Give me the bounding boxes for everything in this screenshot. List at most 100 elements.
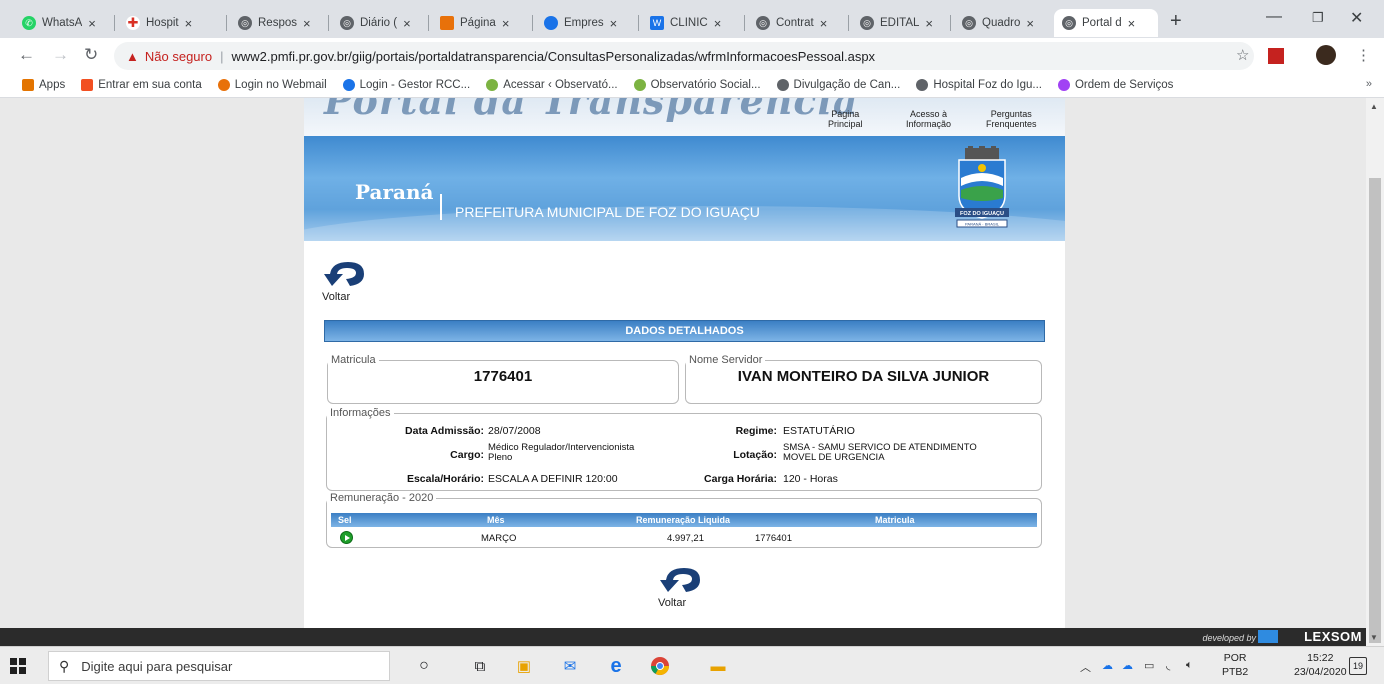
bookmark-label: Observatório Social... <box>650 78 761 91</box>
voltar-button-top[interactable]: Voltar <box>322 260 372 308</box>
bookmark-item[interactable]: Login - Gestor RCC... <box>342 78 471 91</box>
page-scrollbar[interactable]: ▲ ▼ <box>1366 98 1384 646</box>
bookmark-label: Apps <box>39 78 66 91</box>
store-icon[interactable]: ▣ <box>514 656 534 676</box>
link-pagina-principal[interactable]: Página Principal <box>828 109 863 129</box>
regime-label: Regime: <box>735 425 777 437</box>
carga-label: Carga Horária: <box>704 473 777 485</box>
mail-icon[interactable]: ✉ <box>560 656 580 676</box>
menu-kebab-icon[interactable]: ⋮ <box>1356 46 1371 64</box>
avatar[interactable] <box>1316 45 1336 65</box>
link-acesso-informacao[interactable]: Acesso à Informação <box>906 109 951 129</box>
bookmark-item[interactable]: Hospital Foz do Igu... <box>916 78 1042 91</box>
scroll-thumb[interactable] <box>1369 178 1381 643</box>
lotacao-label: Lotação: <box>733 449 777 461</box>
carga-value: 120 - Horas <box>783 473 838 485</box>
notification-center-icon[interactable]: 19 <box>1349 657 1367 675</box>
close-tab-icon[interactable]: × <box>403 16 411 31</box>
back-arrow-icon <box>660 568 700 592</box>
clock[interactable]: 15:22 23/04/2020 <box>1294 651 1347 679</box>
language-indicator[interactable]: POR PTB2 <box>1222 651 1248 679</box>
page-icon <box>440 16 454 30</box>
browser-tab-active[interactable]: ◎ Portal d × <box>1054 9 1158 37</box>
scroll-down-icon[interactable]: ▼ <box>1370 633 1378 642</box>
voltar-button-bottom[interactable]: Voltar <box>658 566 708 614</box>
wifi-icon[interactable]: ◟ <box>1166 659 1170 672</box>
bookmark-item[interactable]: Acessar ‹ Observató... <box>486 78 618 91</box>
pdf-extension-icon[interactable] <box>1268 48 1284 64</box>
tray-chevron-icon[interactable]: ︿ <box>1080 659 1091 675</box>
portal-header: Portal da Transparência Página Principal… <box>304 98 1065 136</box>
task-view-icon[interactable]: ⧉ <box>470 656 490 676</box>
scroll-up-icon[interactable]: ▲ <box>1370 102 1378 111</box>
volume-icon[interactable]: 🔈︎ <box>1186 659 1193 672</box>
coat-of-arms-icon: FOZ DO IGUAÇU PARANÁ · BRASIL <box>955 146 1009 228</box>
close-tab-icon[interactable]: × <box>820 16 828 31</box>
onedrive-icon[interactable]: ☁ <box>1102 659 1113 672</box>
star-icon[interactable]: ☆ <box>1236 46 1249 64</box>
bookmark-label: Login - Gestor RCC... <box>359 78 471 91</box>
close-tab-icon[interactable]: × <box>303 16 311 31</box>
browser-tab[interactable]: ◎ Quadro × <box>954 9 1048 37</box>
svg-text:FOZ DO IGUAÇU: FOZ DO IGUAÇU <box>960 211 1004 217</box>
matricula-box: Matricula 1776401 <box>327 354 679 404</box>
onedrive-icon[interactable]: ☁ <box>1122 659 1133 672</box>
cargo-line: Pleno <box>488 452 513 463</box>
browser-tab[interactable]: ◎ Diário ( × <box>332 9 424 37</box>
browser-tab[interactable]: Empres × <box>536 9 634 37</box>
lang-line: POR <box>1223 652 1247 664</box>
globe-icon: ◎ <box>860 16 874 30</box>
file-explorer-icon[interactable]: ▬ <box>708 656 728 676</box>
browser-tab[interactable]: ✆ WhatsA × <box>14 9 104 37</box>
bookmark-item[interactable]: Entrar em sua conta <box>81 78 202 91</box>
link-line: Informação <box>906 119 952 129</box>
close-tab-icon[interactable]: × <box>185 16 193 31</box>
link-perguntas-frequentes[interactable]: Perguntas Frenquentes <box>986 109 1037 129</box>
new-tab-button[interactable]: + <box>1170 10 1182 33</box>
informacoes-box: Informações Data Admissão: 28/07/2008 Re… <box>326 407 1042 491</box>
more-bookmarks-icon[interactable]: » <box>1366 78 1372 90</box>
browser-tab[interactable]: W CLINIC × <box>642 9 740 37</box>
close-tab-icon[interactable]: × <box>714 16 722 31</box>
address-separator: | <box>220 48 224 64</box>
tab-title: Quadro <box>982 17 1021 29</box>
address-bar[interactable]: ▲ Não seguro | www2.pmfi.pr.gov.br/giig/… <box>114 42 1254 70</box>
taskbar-search-input[interactable]: ⚲ Digite aqui para pesquisar <box>48 651 390 681</box>
cortana-icon[interactable]: ○ <box>414 656 434 676</box>
bookmark-item[interactable]: Divulgação de Can... <box>776 78 900 91</box>
page-content: Portal da Transparência Página Principal… <box>304 98 1065 628</box>
forward-arrow-icon[interactable]: → <box>52 45 69 65</box>
edge-icon[interactable]: e <box>606 655 626 677</box>
play-select-icon[interactable] <box>340 531 353 544</box>
chrome-icon[interactable] <box>650 656 670 676</box>
browser-tab[interactable]: ✚ Hospit × <box>118 9 218 37</box>
bookmark-item[interactable]: Login no Webmail <box>217 78 327 91</box>
close-window-button[interactable]: ✕ <box>1350 8 1363 28</box>
bookmark-apps[interactable]: Apps <box>22 78 66 91</box>
close-tab-icon[interactable]: × <box>1128 16 1136 31</box>
banner-city: PREFEITURA MUNICIPAL DE FOZ DO IGUAÇU <box>455 204 760 220</box>
browser-tab[interactable]: ◎ Respos × <box>230 9 326 37</box>
battery-icon[interactable]: ▭ <box>1144 659 1154 672</box>
close-tab-icon[interactable]: × <box>88 16 96 31</box>
browser-tab[interactable]: ◎ EDITAL × <box>852 9 946 37</box>
minimize-button[interactable]: — <box>1266 8 1282 26</box>
back-arrow-icon[interactable]: ← <box>18 45 35 65</box>
close-tab-icon[interactable]: × <box>925 16 933 31</box>
reload-icon[interactable]: ↻ <box>84 45 98 65</box>
table-row: MARÇO 4.997,21 1776401 <box>331 530 1037 546</box>
col-header-remuneracao: Remuneração Liquida <box>636 515 731 525</box>
apps-grid-icon <box>22 78 34 91</box>
close-tab-icon[interactable]: × <box>610 16 618 31</box>
bookmark-item[interactable]: Ordem de Serviços <box>1057 78 1173 91</box>
banner-state: Paraná <box>355 180 434 204</box>
restore-button[interactable]: ❐ <box>1312 10 1324 26</box>
observatorio-icon <box>486 78 499 91</box>
section-title-bar: DADOS DETALHADOS <box>324 320 1045 342</box>
close-tab-icon[interactable]: × <box>1026 16 1034 31</box>
windows-start-icon[interactable] <box>10 658 26 674</box>
browser-tab[interactable]: Página × <box>432 9 528 37</box>
bookmark-item[interactable]: Observatório Social... <box>633 78 761 91</box>
browser-tab[interactable]: ◎ Contrat × <box>748 9 846 37</box>
close-tab-icon[interactable]: × <box>502 16 510 31</box>
